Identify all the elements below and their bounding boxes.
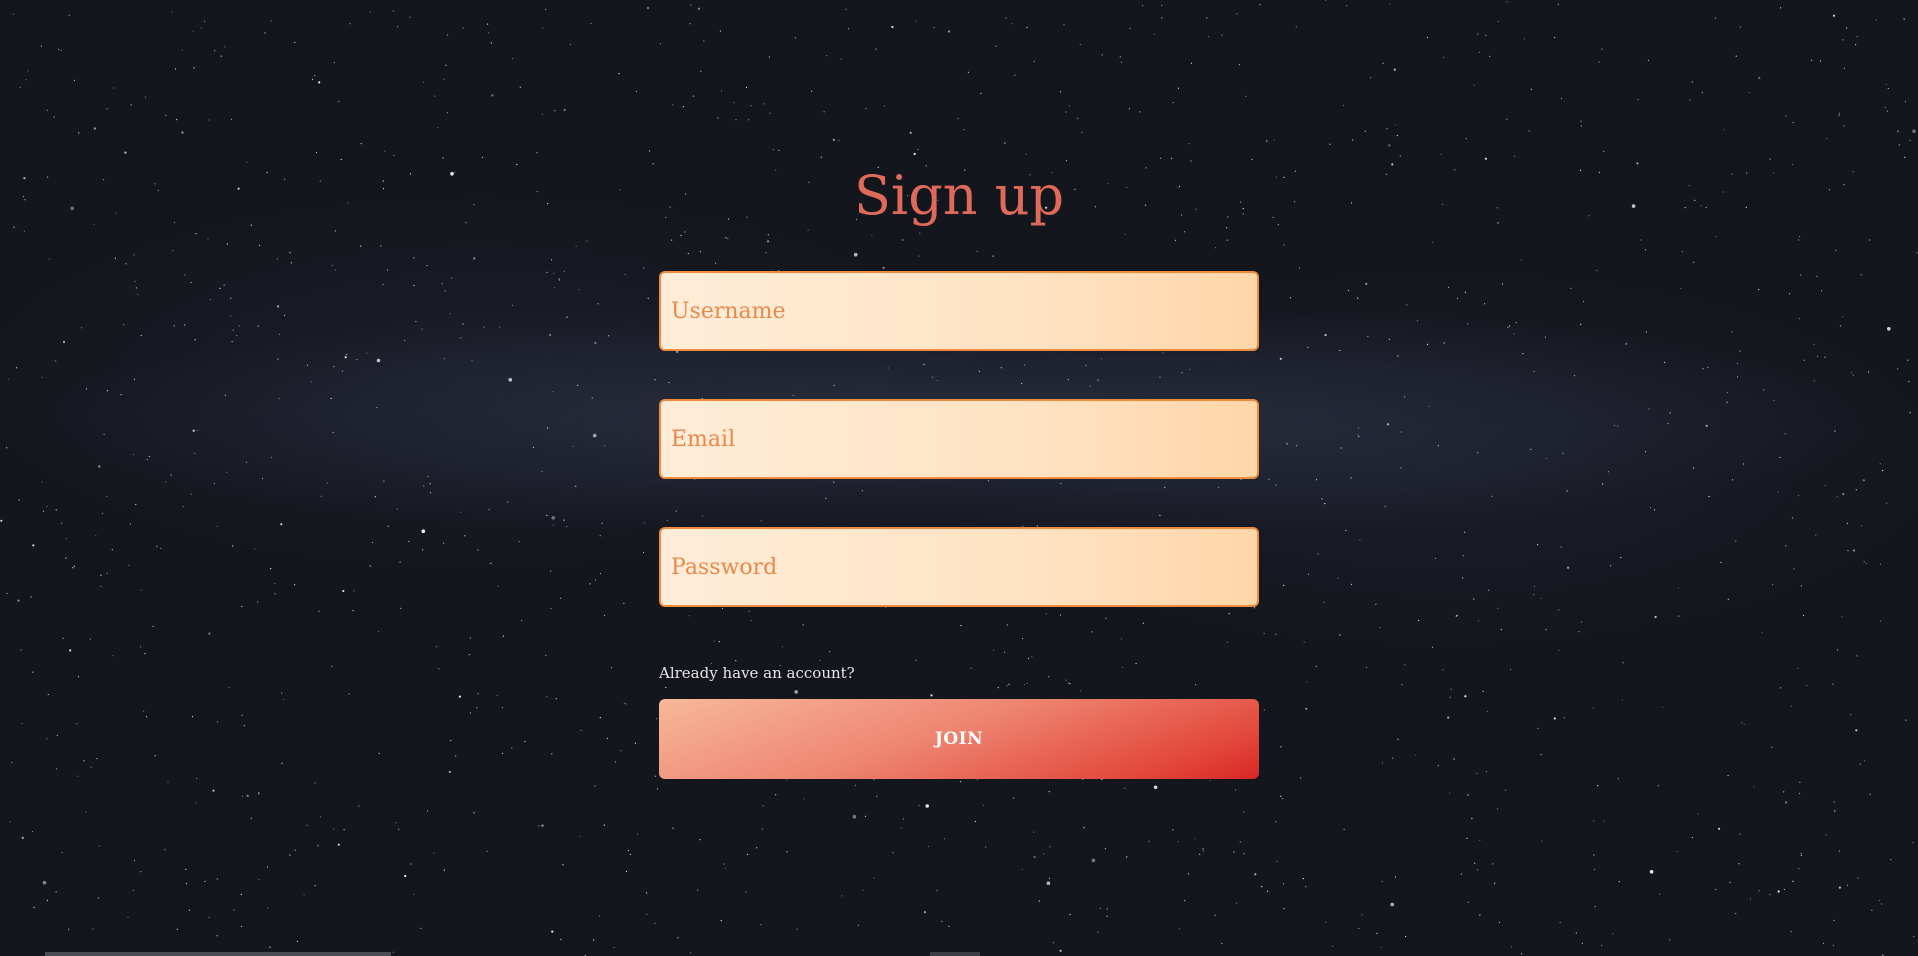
already-have-account-link[interactable]: Already have an account? bbox=[659, 664, 855, 682]
page-title: Sign up bbox=[853, 164, 1065, 227]
horizontal-scrollbar[interactable] bbox=[45, 952, 391, 956]
join-button[interactable]: JOIN bbox=[659, 699, 1259, 779]
password-input[interactable] bbox=[659, 527, 1259, 607]
email-input[interactable] bbox=[659, 399, 1259, 479]
username-input[interactable] bbox=[659, 271, 1259, 351]
scrollbar-thumb[interactable] bbox=[930, 952, 980, 956]
